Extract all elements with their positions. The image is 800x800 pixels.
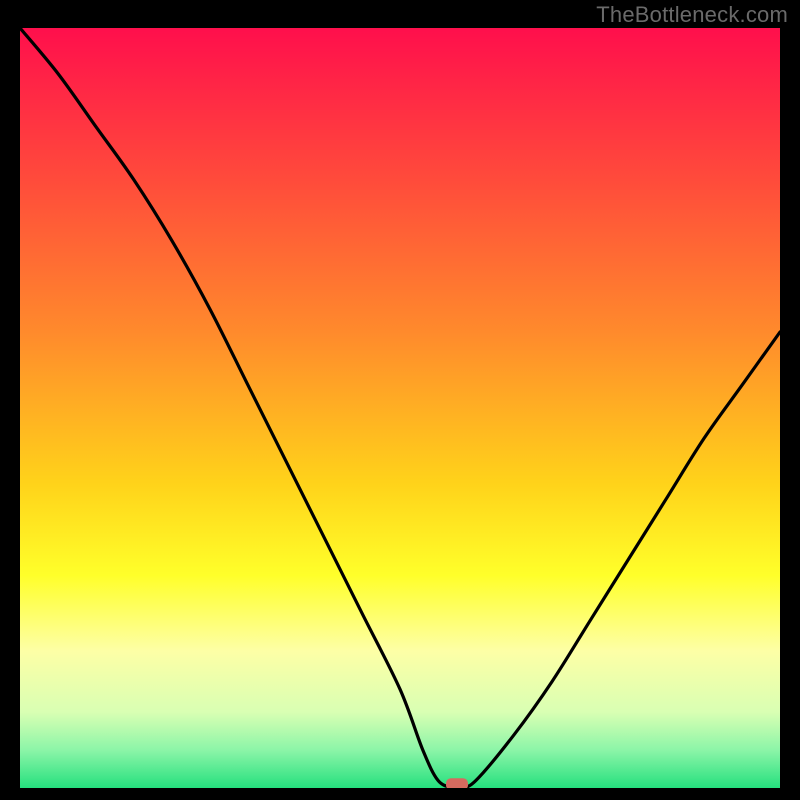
watermark-text: TheBottleneck.com — [596, 2, 788, 28]
chart-frame: TheBottleneck.com — [0, 0, 800, 800]
bottleneck-chart — [20, 28, 780, 788]
plot-background — [20, 28, 780, 788]
optimal-point-marker — [446, 778, 468, 788]
